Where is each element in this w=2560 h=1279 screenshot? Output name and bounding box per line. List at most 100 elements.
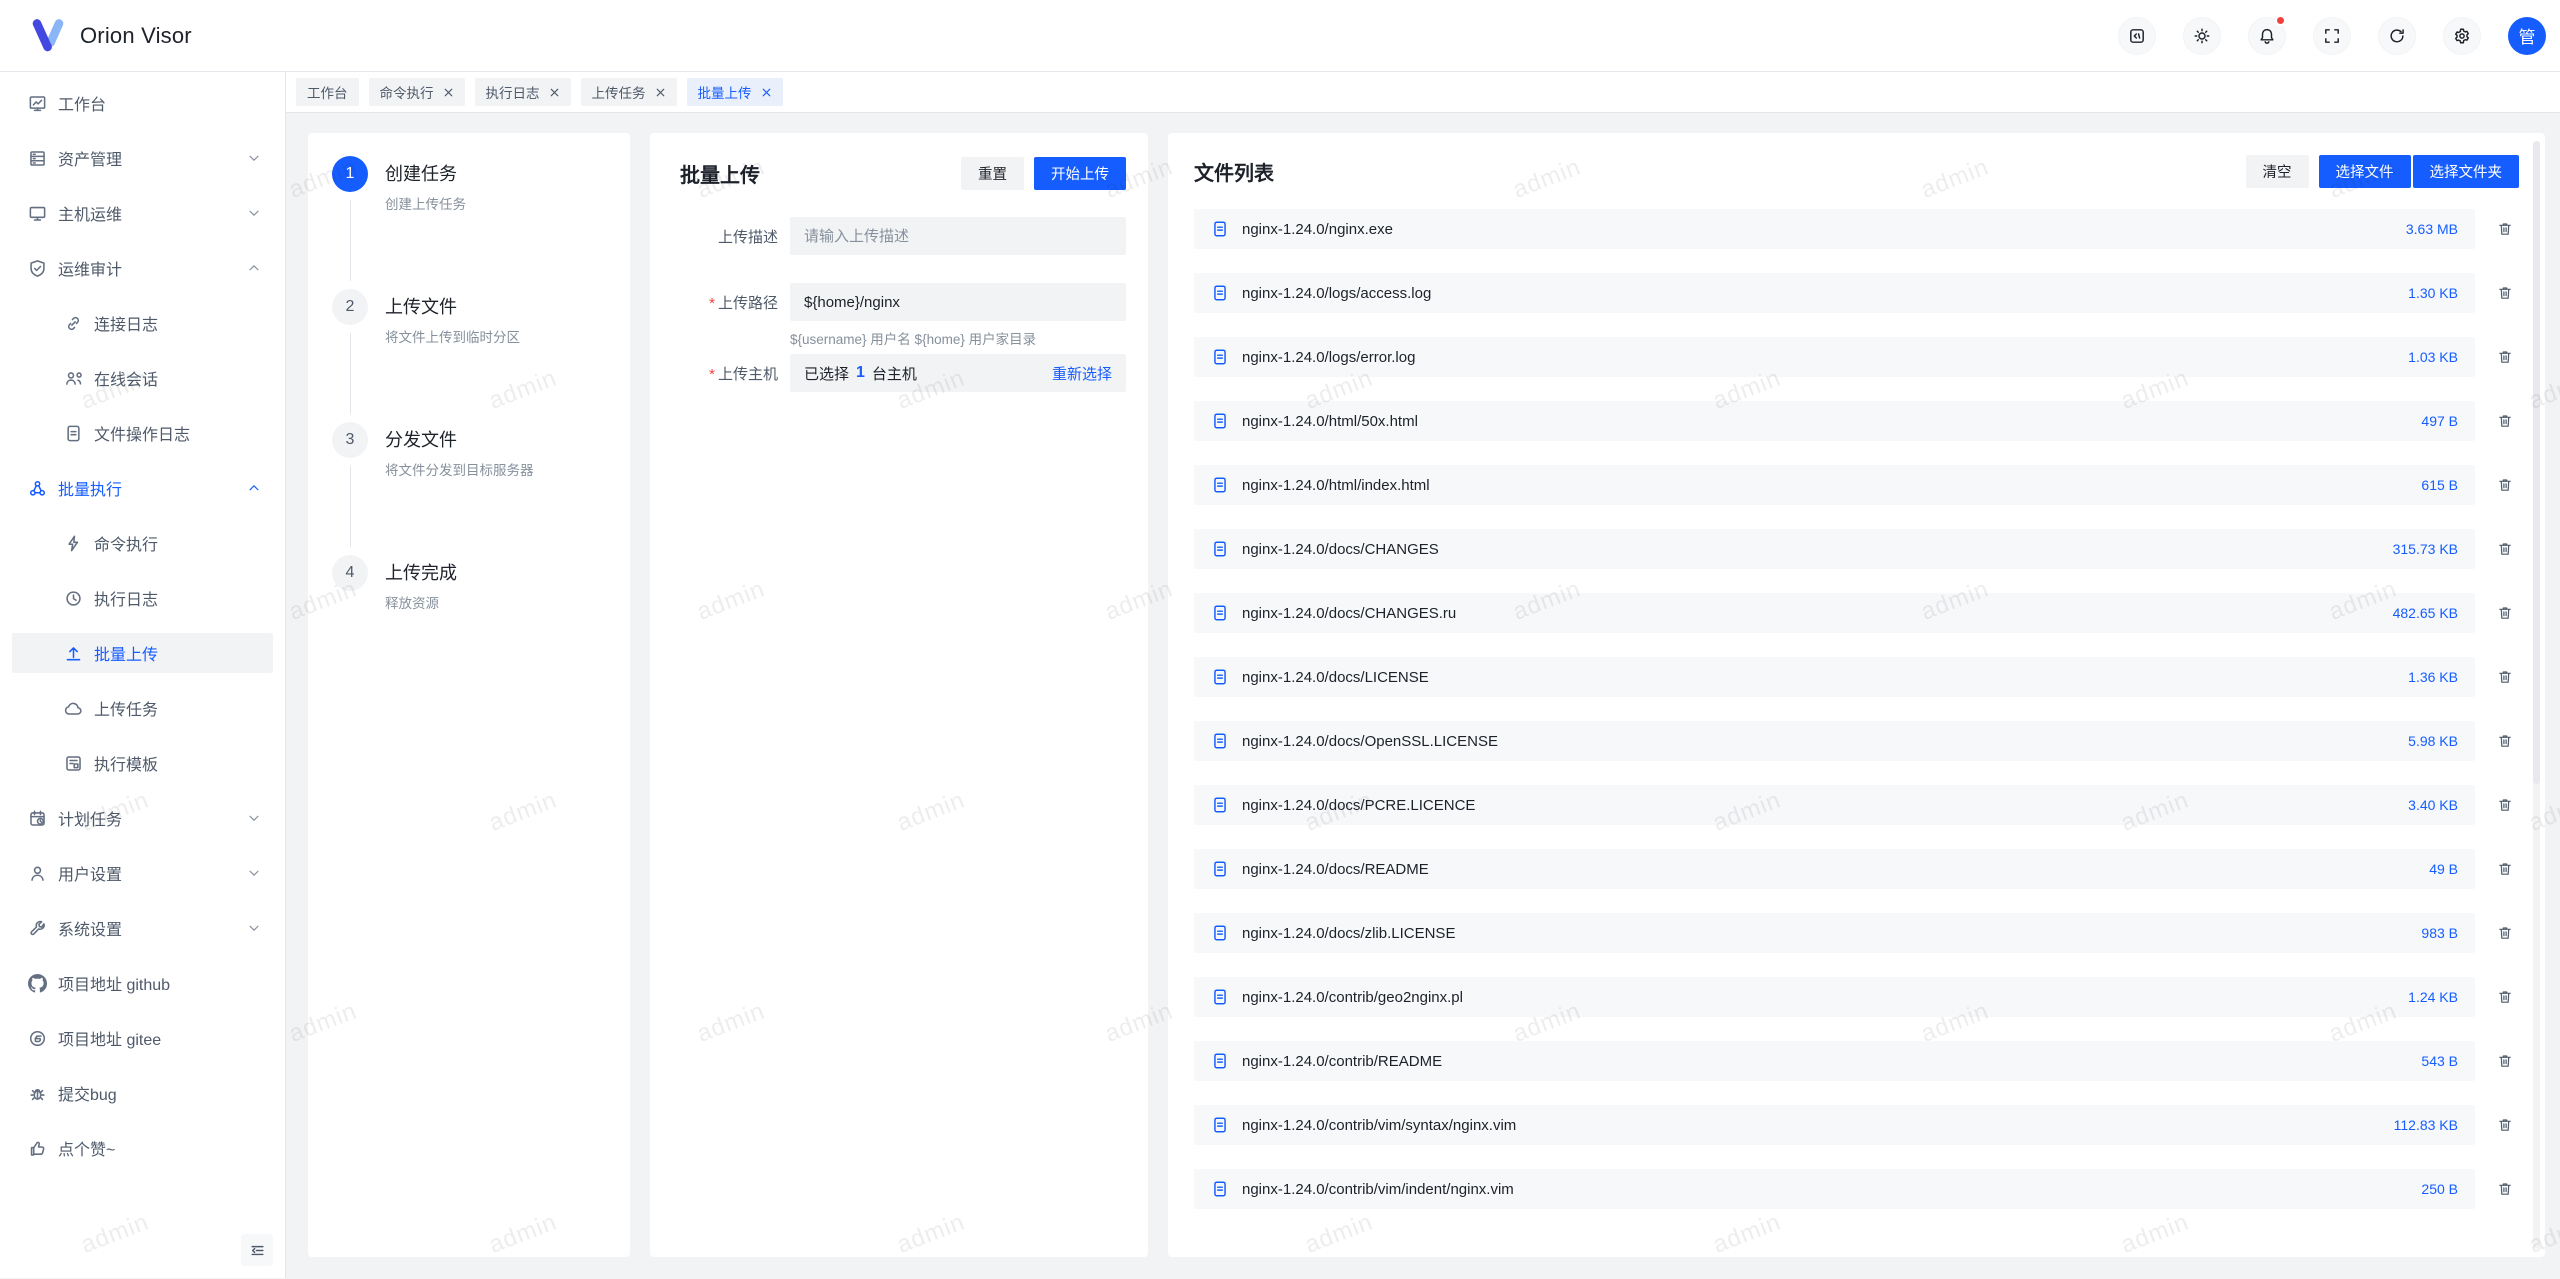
file-size: 315.73 KB	[2373, 541, 2458, 557]
step-title: 上传文件	[385, 289, 520, 325]
file-size: 250 B	[2401, 1181, 2458, 1197]
select-folder-button[interactable]: 选择文件夹	[2413, 155, 2520, 188]
sidebar-item-audit[interactable]: 运维审计	[12, 248, 273, 288]
sidebar-item-history[interactable]: 执行日志	[12, 578, 273, 618]
theme-toggle-button[interactable]	[2183, 17, 2221, 55]
file-row[interactable]: nginx-1.24.0/html/index.html 615 B	[1194, 465, 2475, 505]
delete-file-button[interactable]	[2491, 727, 2519, 755]
file-list-header: 文件列表 清空 选择文件 选择文件夹	[1194, 155, 2519, 188]
file-list-item: nginx-1.24.0/docs/PCRE.LICENCE 3.40 KB	[1194, 785, 2519, 825]
sidebar-item-wrench[interactable]: 系统设置	[12, 908, 273, 948]
select-files-button[interactable]: 选择文件	[2319, 155, 2411, 188]
reset-button[interactable]: 重置	[961, 157, 1024, 190]
file-row[interactable]: nginx-1.24.0/contrib/geo2nginx.pl 1.24 K…	[1194, 977, 2475, 1017]
step-connector	[350, 200, 351, 281]
file-row[interactable]: nginx-1.24.0/contrib/README 543 B	[1194, 1041, 2475, 1081]
sidebar-collapse-button[interactable]	[241, 1234, 273, 1266]
file-row[interactable]: nginx-1.24.0/nginx.exe 3.63 MB	[1194, 209, 2475, 249]
trash-icon	[2497, 541, 2513, 557]
sidebar-item-cloud[interactable]: 上传任务	[12, 688, 273, 728]
reselect-hosts-link[interactable]: 重新选择	[1052, 363, 1112, 384]
step-description: 释放资源	[385, 592, 457, 612]
delete-file-button[interactable]	[2491, 279, 2519, 307]
tab-4[interactable]: 上传任务	[581, 78, 677, 106]
tab-2[interactable]: 命令执行	[369, 78, 465, 106]
sidebar-item-template[interactable]: 执行模板	[12, 743, 273, 783]
notifications-button[interactable]	[2248, 17, 2286, 55]
refresh-button[interactable]	[2378, 17, 2416, 55]
sidebar-item-gitee[interactable]: 项目地址 gitee	[12, 1018, 273, 1058]
file-row[interactable]: nginx-1.24.0/docs/README 49 B	[1194, 849, 2475, 889]
sidebar-item-link[interactable]: 连接日志	[12, 303, 273, 343]
sidebar-item-thumb[interactable]: 点个赞~	[12, 1128, 273, 1168]
sidebar-item-batch[interactable]: 批量执行	[12, 468, 273, 508]
tab-5[interactable]: 批量上传	[687, 78, 783, 106]
step-item: 4 上传完成 释放资源	[332, 555, 606, 612]
code-panel-button[interactable]	[2118, 17, 2156, 55]
sidebar-item-filelog[interactable]: 文件操作日志	[12, 413, 273, 453]
sidebar-item-schedule[interactable]: 计划任务	[12, 798, 273, 838]
file-row[interactable]: nginx-1.24.0/contrib/vim/indent/nginx.vi…	[1194, 1169, 2475, 1209]
tab-close-icon[interactable]	[761, 87, 772, 98]
trash-icon	[2497, 1053, 2513, 1069]
sidebar-item-bolt[interactable]: 命令执行	[12, 523, 273, 563]
delete-file-button[interactable]	[2491, 535, 2519, 563]
file-list-item: nginx-1.24.0/contrib/README 543 B	[1194, 1041, 2519, 1081]
delete-file-button[interactable]	[2491, 1047, 2519, 1075]
delete-file-button[interactable]	[2491, 663, 2519, 691]
file-list-scrollbar-thumb[interactable]	[2533, 141, 2540, 784]
clear-files-button[interactable]: 清空	[2246, 155, 2309, 188]
start-upload-button[interactable]: 开始上传	[1034, 157, 1126, 190]
filelog-icon	[64, 424, 83, 443]
sidebar-item-github[interactable]: 项目地址 github	[12, 963, 273, 1003]
file-row[interactable]: nginx-1.24.0/docs/CHANGES 315.73 KB	[1194, 529, 2475, 569]
file-row[interactable]: nginx-1.24.0/docs/PCRE.LICENCE 3.40 KB	[1194, 785, 2475, 825]
chevron-up-icon	[247, 261, 261, 275]
trash-icon	[2497, 605, 2513, 621]
tab-1[interactable]: 工作台	[296, 78, 359, 106]
sidebar-item-upload[interactable]: 批量上传	[12, 633, 273, 673]
dashboard-icon	[28, 94, 47, 113]
tab-close-icon[interactable]	[443, 87, 454, 98]
delete-file-button[interactable]	[2491, 791, 2519, 819]
file-list-scrollbar[interactable]	[2533, 141, 2540, 1249]
delete-file-button[interactable]	[2491, 1111, 2519, 1139]
file-row[interactable]: nginx-1.24.0/docs/OpenSSL.LICENSE 5.98 K…	[1194, 721, 2475, 761]
delete-file-button[interactable]	[2491, 855, 2519, 883]
delete-file-button[interactable]	[2491, 215, 2519, 243]
delete-file-button[interactable]	[2491, 471, 2519, 499]
file-row[interactable]: nginx-1.24.0/contrib/vim/syntax/nginx.vi…	[1194, 1105, 2475, 1145]
sidebar-item-bug[interactable]: 提交bug	[12, 1073, 273, 1113]
tab-close-icon[interactable]	[655, 87, 666, 98]
step-title: 创建任务	[385, 156, 466, 192]
thumb-icon	[28, 1139, 47, 1158]
file-row[interactable]: nginx-1.24.0/html/50x.html 497 B	[1194, 401, 2475, 441]
sidebar-item-sessions[interactable]: 在线会话	[12, 358, 273, 398]
sidebar-item-assets[interactable]: 资产管理	[12, 138, 273, 178]
user-avatar[interactable]: 管	[2508, 17, 2546, 55]
file-size: 1.24 KB	[2388, 989, 2458, 1005]
delete-file-button[interactable]	[2491, 983, 2519, 1011]
settings-button[interactable]	[2443, 17, 2481, 55]
file-row[interactable]: nginx-1.24.0/logs/access.log 1.30 KB	[1194, 273, 2475, 313]
sidebar-item-host[interactable]: 主机运维	[12, 193, 273, 233]
file-row[interactable]: nginx-1.24.0/docs/zlib.LICENSE 983 B	[1194, 913, 2475, 953]
delete-file-button[interactable]	[2491, 919, 2519, 947]
file-row[interactable]: nginx-1.24.0/docs/LICENSE 1.36 KB	[1194, 657, 2475, 697]
brand[interactable]: Orion Visor	[30, 18, 192, 54]
file-list-item: nginx-1.24.0/html/50x.html 497 B	[1194, 401, 2519, 441]
file-row[interactable]: nginx-1.24.0/logs/error.log 1.03 KB	[1194, 337, 2475, 377]
upload-desc-input[interactable]	[790, 217, 1126, 255]
upload-path-input[interactable]	[790, 283, 1126, 321]
sidebar-item-dashboard[interactable]: 工作台	[12, 83, 273, 123]
tab-close-icon[interactable]	[549, 87, 560, 98]
tab-3[interactable]: 执行日志	[475, 78, 571, 106]
delete-file-button[interactable]	[2491, 599, 2519, 627]
file-row[interactable]: nginx-1.24.0/docs/CHANGES.ru 482.65 KB	[1194, 593, 2475, 633]
delete-file-button[interactable]	[2491, 1175, 2519, 1203]
file-name: nginx-1.24.0/docs/CHANGES	[1242, 541, 1439, 558]
delete-file-button[interactable]	[2491, 343, 2519, 371]
sidebar-item-user[interactable]: 用户设置	[12, 853, 273, 893]
delete-file-button[interactable]	[2491, 407, 2519, 435]
fullscreen-button[interactable]	[2313, 17, 2351, 55]
